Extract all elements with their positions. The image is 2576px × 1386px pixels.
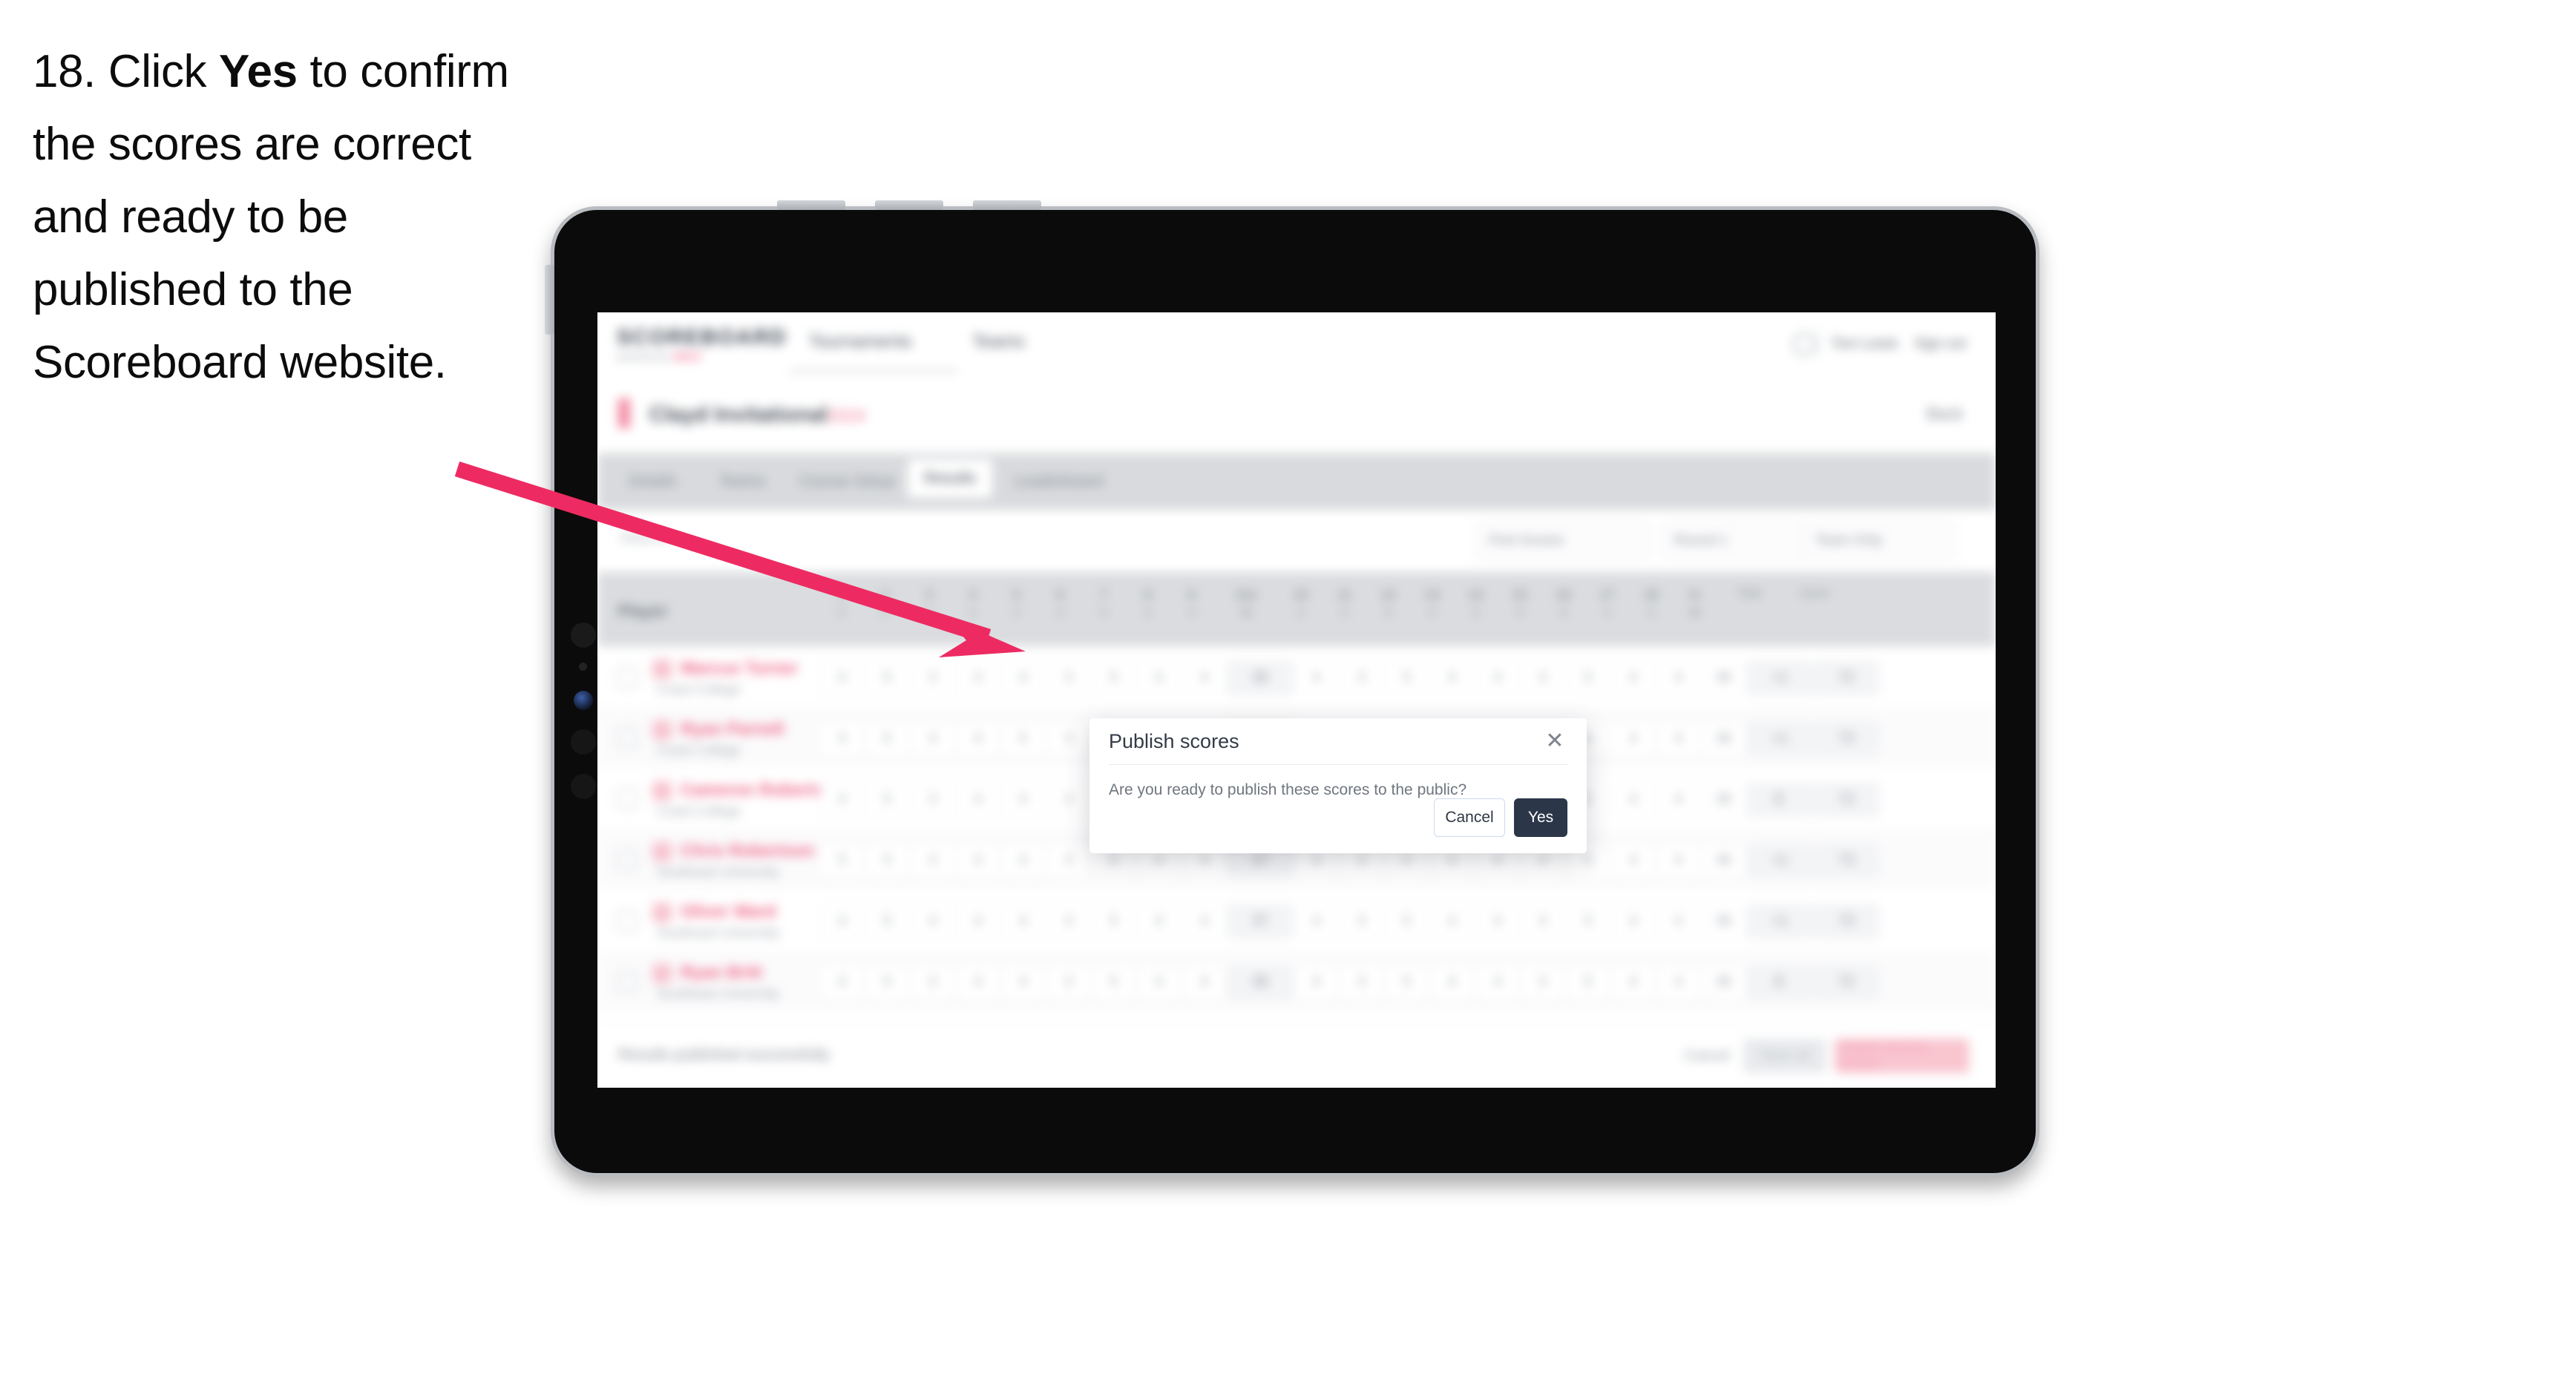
dialog-header: Publish scores ✕ xyxy=(1109,718,1567,765)
dialog-message: Are you ready to publish these scores to… xyxy=(1109,781,1467,798)
speaker-hole-icon xyxy=(571,774,596,799)
dialog-actions: Cancel Yes xyxy=(1434,798,1567,837)
instruction-bold-word: Yes xyxy=(218,46,298,97)
dialog-title: Publish scores xyxy=(1109,729,1239,752)
speaker-hole-icon xyxy=(571,729,596,755)
instruction-text-before: Click xyxy=(96,46,219,97)
front-camera-icon xyxy=(571,623,596,648)
yes-button[interactable]: Yes xyxy=(1514,798,1567,837)
publish-scores-dialog: Publish scores ✕ Are you ready to publis… xyxy=(1089,718,1587,853)
tablet-device: SCOREBOARD powered by GOLF Tournaments T… xyxy=(545,200,2039,1177)
instruction-text-after: to confirm the scores are correct and re… xyxy=(33,46,509,388)
step-number: 18. xyxy=(33,46,96,97)
close-icon[interactable]: ✕ xyxy=(1542,729,1567,754)
cancel-button[interactable]: Cancel xyxy=(1434,798,1505,837)
ambient-sensor-icon xyxy=(579,663,587,671)
device-button-volume-down[interactable] xyxy=(875,200,943,210)
indicator-light-icon xyxy=(574,691,593,710)
device-button-side[interactable] xyxy=(545,265,554,335)
device-button-power[interactable] xyxy=(973,200,1041,210)
instruction-caption: 18. Click Yes to confirm the scores are … xyxy=(33,36,552,399)
tablet-screen: SCOREBOARD powered by GOLF Tournaments T… xyxy=(597,312,1996,1088)
modal-overlay[interactable] xyxy=(597,312,1996,1088)
device-button-volume-up[interactable] xyxy=(777,200,845,210)
